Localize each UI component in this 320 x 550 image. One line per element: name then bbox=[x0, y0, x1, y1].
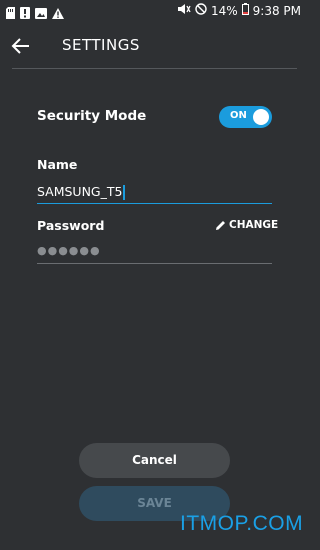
back-button[interactable] bbox=[10, 35, 32, 57]
alert-icon bbox=[20, 4, 30, 23]
status-bar: 14% 9:38 PM bbox=[0, 0, 309, 24]
page-title: SETTINGS bbox=[62, 36, 140, 54]
image-icon bbox=[35, 4, 47, 23]
warning-icon bbox=[52, 4, 64, 23]
battery-percent: 14% bbox=[210, 3, 238, 18]
security-mode-label: Security Mode bbox=[37, 108, 147, 124]
status-time: 9:38 PM bbox=[252, 3, 301, 18]
status-right: 14% 9:38 PM bbox=[177, 3, 301, 18]
password-label: Password bbox=[37, 218, 105, 233]
security-mode-toggle[interactable]: ON bbox=[219, 106, 272, 128]
mute-icon bbox=[177, 3, 191, 18]
watermark-text: ITMOP.COM bbox=[180, 512, 304, 535]
sd-card-icon bbox=[6, 4, 15, 23]
toggle-state-label: ON bbox=[230, 110, 247, 121]
change-password-label: CHANGE bbox=[229, 219, 279, 231]
name-field[interactable]: SAMSUNG_T5 bbox=[37, 181, 272, 204]
header-divider bbox=[12, 68, 297, 69]
name-label: Name bbox=[37, 157, 78, 172]
text-cursor bbox=[123, 185, 126, 200]
change-password-button[interactable]: CHANGE bbox=[215, 219, 278, 231]
app-header: SETTINGS bbox=[0, 24, 309, 68]
cancel-button[interactable]: Cancel bbox=[79, 443, 230, 478]
battery-icon bbox=[241, 3, 249, 18]
name-field-value: SAMSUNG_T5 bbox=[37, 184, 126, 200]
status-left-icons bbox=[6, 4, 64, 23]
back-arrow-icon[interactable] bbox=[10, 35, 32, 57]
password-field[interactable]: ●●●●●● bbox=[37, 241, 272, 264]
name-text: SAMSUNG_T5 bbox=[37, 184, 123, 199]
toggle-knob bbox=[253, 109, 269, 125]
password-masked-value: ●●●●●● bbox=[37, 244, 101, 257]
do-not-disturb-icon bbox=[195, 3, 207, 18]
pencil-icon bbox=[216, 220, 225, 230]
